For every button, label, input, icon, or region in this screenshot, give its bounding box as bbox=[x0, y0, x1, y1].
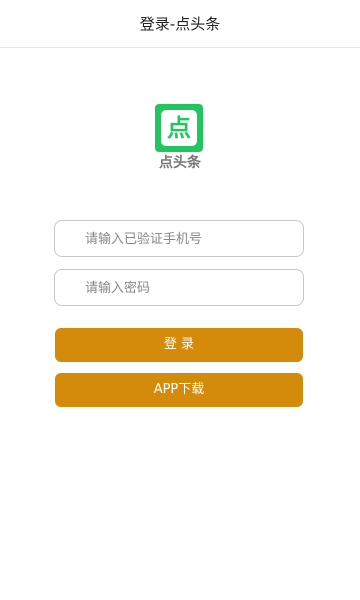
app-logo: 点 bbox=[155, 104, 203, 152]
phone-input[interactable] bbox=[83, 221, 297, 258]
logo-char: 点 bbox=[167, 114, 191, 142]
app-logo-icon: 点 bbox=[161, 110, 197, 146]
page-title: 登录-点头条 bbox=[139, 15, 221, 33]
password-input[interactable] bbox=[83, 270, 297, 307]
login-page: 登录-点头条 点 点头条 登 录 APP下载 bbox=[0, 0, 360, 600]
top-bar: 登录-点头条 bbox=[0, 0, 360, 48]
app-name: 点头条 bbox=[159, 155, 201, 171]
password-field[interactable] bbox=[54, 269, 304, 307]
login-button[interactable]: 登 录 bbox=[55, 328, 303, 362]
phone-field[interactable] bbox=[54, 220, 304, 258]
app-download-button[interactable]: APP下载 bbox=[55, 373, 303, 407]
